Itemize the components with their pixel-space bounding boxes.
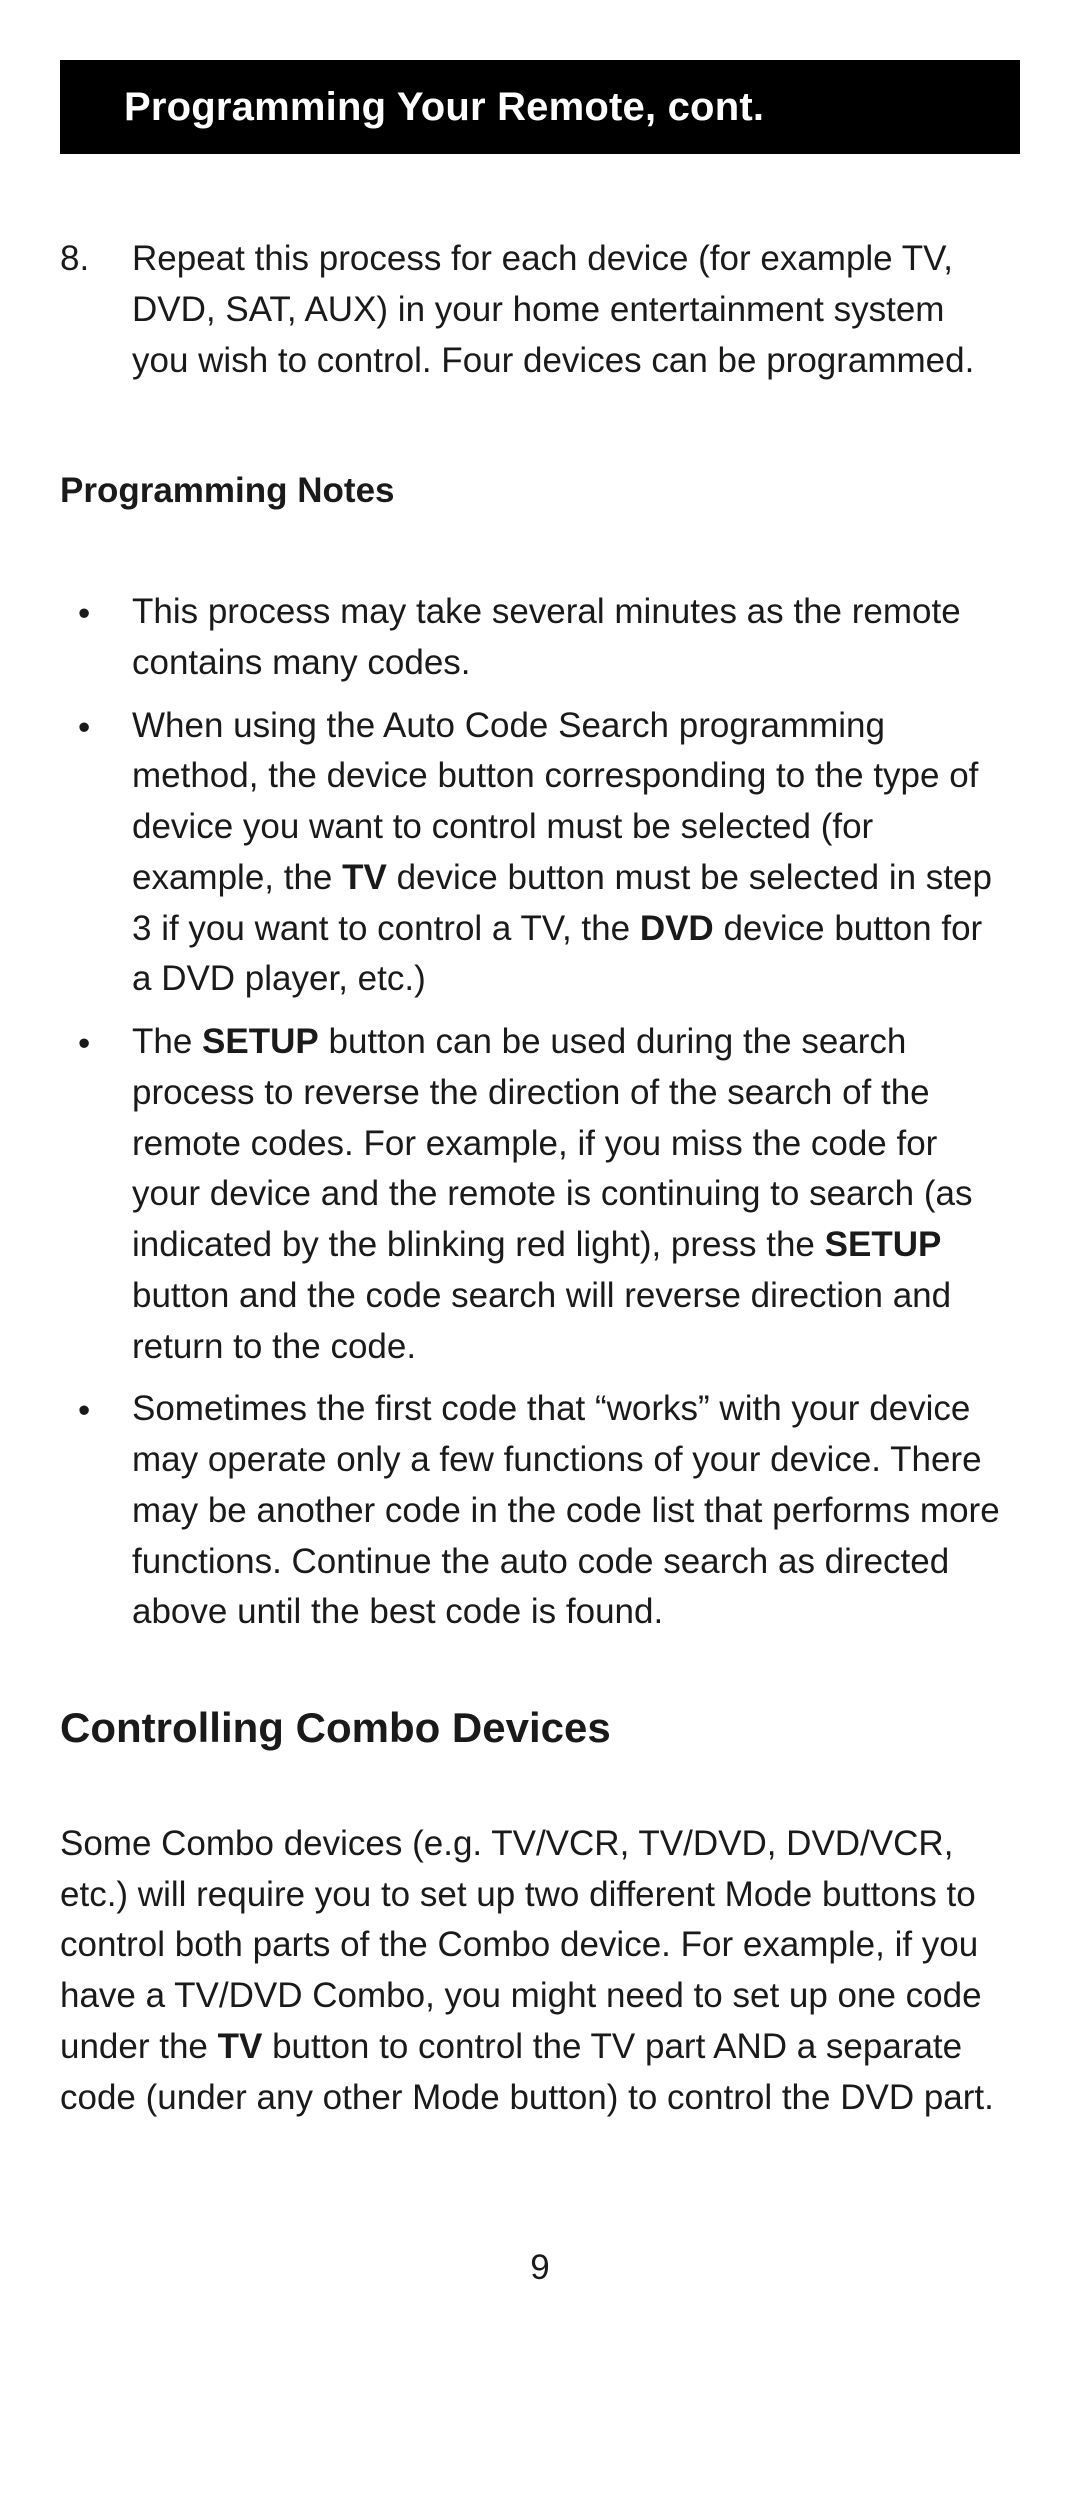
list-item: • Sometimes the first code that “works” …: [60, 1384, 1020, 1638]
note-text-3: The SETUP button can be used during the …: [132, 1017, 1010, 1372]
bullet-icon: •: [60, 1017, 132, 1372]
note-text-2: When using the Auto Code Search programm…: [132, 701, 1010, 1006]
notes-list: • This process may take several minutes …: [60, 587, 1020, 1638]
list-item: • This process may take several minutes …: [60, 587, 1020, 689]
note-text-1: This process may take several minutes as…: [132, 587, 1010, 689]
numbered-step-8: 8. Repeat this process for each device (…: [60, 234, 1020, 386]
programming-notes-heading: Programming Notes: [60, 466, 1020, 517]
bullet-icon: •: [60, 1384, 132, 1638]
list-item: • The SETUP button can be used during th…: [60, 1017, 1020, 1372]
step-number: 8.: [60, 234, 132, 386]
bullet-icon: •: [60, 701, 132, 1006]
section-header: Programming Your Remote, cont.: [60, 60, 1020, 154]
step-text: Repeat this process for each device (for…: [132, 234, 1010, 386]
combo-devices-heading: Controlling Combo Devices: [60, 1698, 1020, 1759]
page-number: 9: [60, 2243, 1020, 2294]
note-text-4: Sometimes the first code that “works” wi…: [132, 1384, 1010, 1638]
combo-devices-paragraph: Some Combo devices (e.g. TV/VCR, TV/DVD,…: [60, 1819, 1020, 2124]
list-item: • When using the Auto Code Search progra…: [60, 701, 1020, 1006]
bullet-icon: •: [60, 587, 132, 689]
